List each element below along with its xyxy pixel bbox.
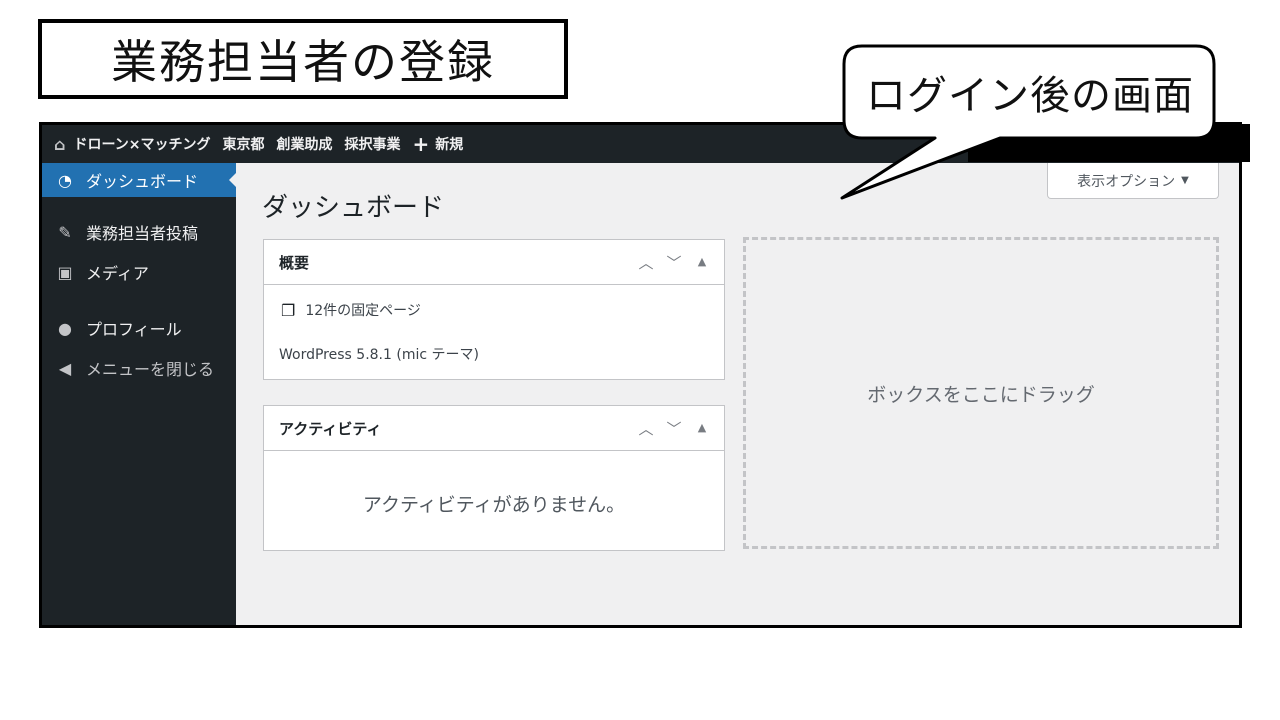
overview-widget-title: 概要 [279,253,310,272]
wp-dashboard-screenshot: ⌂ ドローン×マッチング 東京都 創業助成 採択事業 + 新規 ◔ ダッシュボー… [39,122,1242,628]
drop-zone[interactable]: ボックスをここにドラッグ [743,237,1219,549]
pages-count-text: 12件の固定ページ [305,303,421,319]
move-down-icon[interactable]: ﹀ [666,418,682,439]
sidebar-item-label: 業務担当者投稿 [86,224,199,243]
activity-widget: アクティビティ ︿ ﹀ ▲ アクティビティがありません。 [263,405,725,551]
site-name: ドローン×マッチング [73,137,211,153]
main-content: ダッシュボード 表示オプション ▼ 概要 ︿ ﹀ ▲ ❐ 12件の固定ページ W… [236,163,1239,625]
admin-sidebar: ◔ ダッシュボード ✎ 業務担当者投稿 ▣ メディア ● プロフィール ◀ メニ… [42,163,237,625]
collapse-icon: ◀ [58,358,72,378]
media-icon: ▣ [57,262,73,282]
dashboard-icon: ◔ [58,170,72,190]
move-up-icon[interactable]: ︿ [638,252,654,273]
admin-bar-new[interactable]: + 新規 [412,132,463,156]
version-info: WordPress 5.8.1 (mic テーマ) [279,347,479,363]
admin-bar-item-label: 採択事業 [344,137,401,153]
sidebar-item-label: プロフィール [86,320,182,339]
admin-bar-item-label: 東京都 [222,137,265,153]
admin-bar-item-label: 創業助成 [276,137,333,153]
pages-count-link[interactable]: ❐ 12件の固定ページ [281,300,421,320]
overview-widget: 概要 ︿ ﹀ ▲ ❐ 12件の固定ページ WordPress 5.8.1 (mi… [263,239,725,380]
sidebar-item-label: メディア [86,264,149,283]
pages-icon: ❐ [281,300,296,320]
sidebar-item-profile[interactable]: ● プロフィール [42,311,236,345]
activity-empty-text: アクティビティがありません。 [362,494,626,516]
screen-options-label: 表示オプション [1077,173,1176,190]
sidebar-item-staff-posts[interactable]: ✎ 業務担当者投稿 [42,215,236,249]
pin-icon: ✎ [58,222,72,242]
page-title: ダッシュボード [262,193,445,223]
admin-bar-site-link[interactable]: ⌂ ドローン×マッチング [54,134,210,154]
sidebar-item-dashboard[interactable]: ◔ ダッシュボード [42,163,237,197]
overview-widget-controls: ︿ ﹀ ▲ [638,252,710,273]
toggle-panel-icon[interactable]: ▲ [694,252,710,273]
home-icon: ⌂ [54,134,66,154]
plus-icon: + [412,132,430,156]
screen-options-button[interactable]: 表示オプション ▼ [1047,163,1219,199]
activity-widget-controls: ︿ ﹀ ▲ [638,418,710,439]
sidebar-item-label: ダッシュボード [86,172,199,191]
callout-text: ログイン後の画面 [866,73,1194,119]
sidebar-collapse-menu[interactable]: ◀ メニューを閉じる [42,351,236,385]
sidebar-item-media[interactable]: ▣ メディア [42,255,236,289]
user-icon: ● [58,318,72,338]
drop-zone-text: ボックスをここにドラッグ [867,383,1095,406]
toggle-panel-icon[interactable]: ▲ [694,418,710,439]
admin-bar-item-tokyo[interactable]: 東京都 [222,134,264,154]
sidebar-item-label: メニューを閉じる [86,360,215,379]
move-up-icon[interactable]: ︿ [638,418,654,439]
move-down-icon[interactable]: ﹀ [666,252,682,273]
slide-title: 業務担当者の登録 [38,19,568,99]
admin-bar-new-label: 新規 [435,137,464,153]
dropdown-arrow-icon: ▼ [1181,175,1189,186]
activity-widget-title: アクティビティ [279,419,382,438]
slide-title-text: 業務担当者の登録 [111,35,495,89]
admin-bar-item-adopted[interactable]: 採択事業 [344,134,400,154]
admin-bar-item-grant[interactable]: 創業助成 [276,134,332,154]
